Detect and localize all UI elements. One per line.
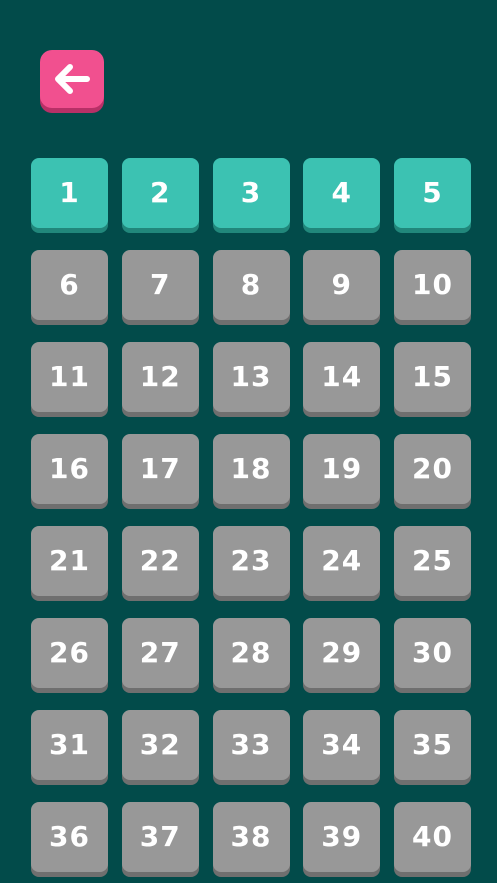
level-number: 14 bbox=[321, 360, 363, 393]
level-tile-10[interactable]: 10 bbox=[394, 250, 471, 320]
level-tile-17[interactable]: 17 bbox=[121, 434, 199, 504]
level-tile-21[interactable]: 21 bbox=[31, 526, 108, 596]
level-tile-5[interactable]: 5 bbox=[394, 158, 471, 228]
level-number: 24 bbox=[321, 544, 363, 577]
level-number: 19 bbox=[321, 452, 363, 485]
level-tile-18[interactable]: 18 bbox=[212, 434, 290, 504]
level-tile-11[interactable]: 11 bbox=[31, 342, 108, 412]
level-number: 10 bbox=[412, 268, 453, 301]
level-tile-26[interactable]: 26 bbox=[31, 618, 108, 688]
back-button[interactable] bbox=[40, 50, 104, 108]
level-number: 28 bbox=[230, 636, 272, 669]
level-number: 4 bbox=[331, 176, 352, 209]
level-number: 16 bbox=[49, 452, 90, 485]
level-number: 8 bbox=[240, 268, 262, 301]
level-number: 36 bbox=[49, 820, 90, 853]
level-number: 17 bbox=[139, 452, 181, 485]
level-number: 26 bbox=[49, 636, 90, 669]
level-number: 31 bbox=[49, 728, 90, 761]
level-number: 15 bbox=[412, 360, 453, 393]
level-number: 2 bbox=[150, 176, 171, 209]
level-tile-6[interactable]: 6 bbox=[31, 250, 108, 320]
arrow-left-icon bbox=[55, 64, 90, 94]
level-tile-36[interactable]: 36 bbox=[31, 802, 108, 872]
level-tile-7[interactable]: 7 bbox=[121, 250, 199, 320]
level-number: 9 bbox=[331, 268, 352, 301]
level-number: 25 bbox=[412, 544, 453, 577]
level-number: 5 bbox=[422, 176, 443, 209]
level-number: 34 bbox=[321, 728, 363, 761]
level-number: 20 bbox=[412, 452, 453, 485]
level-tile-14[interactable]: 14 bbox=[303, 342, 381, 412]
level-number: 12 bbox=[139, 360, 181, 393]
level-tile-39[interactable]: 39 bbox=[303, 802, 381, 872]
level-tile-2[interactable]: 2 bbox=[121, 158, 199, 228]
level-tile-28[interactable]: 28 bbox=[212, 618, 290, 688]
level-tile-32[interactable]: 32 bbox=[121, 710, 199, 780]
level-tile-4[interactable]: 4 bbox=[303, 158, 381, 228]
level-tile-19[interactable]: 19 bbox=[303, 434, 381, 504]
level-tile-35[interactable]: 35 bbox=[394, 710, 471, 780]
level-tile-12[interactable]: 12 bbox=[121, 342, 199, 412]
level-tile-24[interactable]: 24 bbox=[303, 526, 381, 596]
level-number: 13 bbox=[230, 360, 272, 393]
level-tile-15[interactable]: 15 bbox=[394, 342, 471, 412]
level-number: 30 bbox=[412, 636, 453, 669]
level-number: 1 bbox=[59, 176, 80, 209]
level-number: 22 bbox=[139, 544, 181, 577]
level-number: 29 bbox=[321, 636, 363, 669]
level-tile-30[interactable]: 30 bbox=[394, 618, 471, 688]
level-number: 7 bbox=[150, 268, 171, 301]
level-tile-37[interactable]: 37 bbox=[121, 802, 199, 872]
level-select-screen: 1 2 3 4 5 6 7 8 9 10 11 12 13 14 15 16 17 18 19 20 21 22 23 24 2… bbox=[0, 0, 497, 883]
level-number: 39 bbox=[321, 820, 363, 853]
level-number: 38 bbox=[230, 820, 272, 853]
level-number: 27 bbox=[139, 636, 181, 669]
level-tile-13[interactable]: 13 bbox=[212, 342, 290, 412]
level-tile-33[interactable]: 33 bbox=[212, 710, 290, 780]
level-number: 40 bbox=[412, 820, 453, 853]
level-tile-29[interactable]: 29 bbox=[303, 618, 381, 688]
level-number: 23 bbox=[230, 544, 272, 577]
level-tile-1[interactable]: 1 bbox=[31, 158, 108, 228]
level-grid: 1 2 3 4 5 6 7 8 9 10 11 12 13 14 15 16 17 18 19 20 21 22 23 24 2… bbox=[31, 158, 471, 872]
level-tile-8[interactable]: 8 bbox=[212, 250, 290, 320]
level-tile-40[interactable]: 40 bbox=[394, 802, 471, 872]
level-number: 32 bbox=[139, 728, 181, 761]
level-number: 33 bbox=[230, 728, 272, 761]
level-number: 11 bbox=[49, 360, 90, 393]
level-number: 21 bbox=[49, 544, 90, 577]
level-tile-27[interactable]: 27 bbox=[121, 618, 199, 688]
level-tile-34[interactable]: 34 bbox=[303, 710, 381, 780]
level-number: 6 bbox=[59, 268, 80, 301]
level-tile-3[interactable]: 3 bbox=[212, 158, 290, 228]
level-tile-38[interactable]: 38 bbox=[212, 802, 290, 872]
level-tile-31[interactable]: 31 bbox=[31, 710, 108, 780]
level-tile-20[interactable]: 20 bbox=[394, 434, 471, 504]
level-tile-16[interactable]: 16 bbox=[31, 434, 108, 504]
level-number: 3 bbox=[240, 176, 262, 209]
level-tile-23[interactable]: 23 bbox=[212, 526, 290, 596]
level-tile-25[interactable]: 25 bbox=[394, 526, 471, 596]
level-number: 35 bbox=[412, 728, 453, 761]
level-tile-9[interactable]: 9 bbox=[303, 250, 381, 320]
level-number: 37 bbox=[139, 820, 181, 853]
level-number: 18 bbox=[230, 452, 272, 485]
level-tile-22[interactable]: 22 bbox=[121, 526, 199, 596]
